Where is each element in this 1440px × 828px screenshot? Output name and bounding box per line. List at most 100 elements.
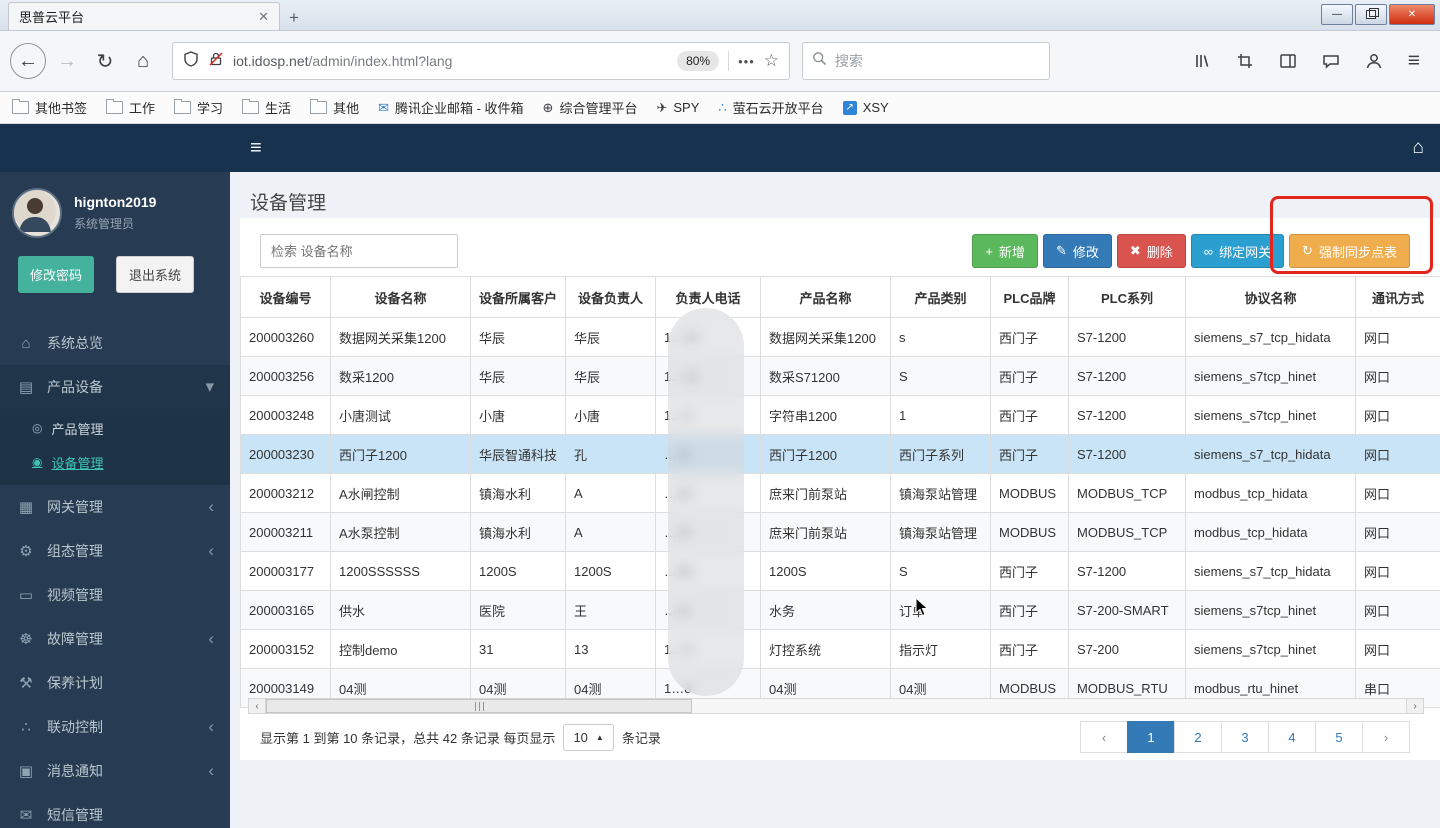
scrollbar-thumb[interactable] [266,699,692,713]
library-icon[interactable] [1193,52,1211,70]
bookmark-item[interactable]: 生活 [242,98,291,117]
table-row[interactable]: 2000031771200SSSSSS1200S1200S…881200SS西门… [241,552,1440,591]
restore-button[interactable] [1355,4,1387,25]
url-text[interactable]: iot.idosp.net/admin/index.html?lang [233,53,668,69]
app-home-icon[interactable]: ⌂ [1413,137,1424,159]
table-cell: 13 [566,630,656,669]
sidebar-item-故障管理[interactable]: ☸故障管理‹ [0,617,230,661]
bookmark-item[interactable]: 工作 [106,98,155,117]
table-cell: 西门子 [991,396,1069,435]
change-password-button[interactable]: 修改密码 [18,256,94,293]
sidebar-item-消息通知[interactable]: ▣消息通知‹ [0,749,230,793]
address-bar[interactable]: iot.idosp.net/admin/index.html?lang 80% … [172,42,790,80]
add-button[interactable]: +新增 [972,234,1038,268]
bookmark-item[interactable]: ⊕综合管理平台 [543,98,638,117]
sidebar-panel-icon[interactable] [1279,52,1297,70]
menu-icon[interactable]: ≡ [1408,49,1420,73]
shield-icon[interactable] [183,51,199,72]
bookmark-item[interactable]: ∴萤石云开放平台 [718,98,823,117]
table-cell: S7-200-SMART [1069,591,1186,630]
horizontal-scrollbar[interactable]: ‹ › [248,698,1424,714]
tab-close-icon[interactable]: ✕ [258,9,269,25]
table-cell: 西门子1200 [761,435,891,474]
chat-icon[interactable] [1322,52,1340,70]
logout-button[interactable]: 退出系统 [116,256,194,293]
table-row[interactable]: 200003230西门子1200华辰智通科技孔…31西门子1200西门子系列西门… [241,435,1440,474]
minimize-button[interactable]: — [1321,4,1353,25]
page-button-5[interactable]: 5 [1315,721,1363,753]
page-actions-icon[interactable]: ••• [738,54,755,69]
device-search-input[interactable] [260,234,458,268]
prev-page-button[interactable]: ‹ [1080,721,1128,753]
browser-search-bar[interactable]: 搜索 [802,42,1050,80]
column-header[interactable]: PLC品牌 [991,277,1069,318]
table-cell: A [566,474,656,513]
column-header[interactable]: 通讯方式 [1356,277,1440,318]
forward-button[interactable]: → [50,44,84,78]
page-button-1[interactable]: 1 [1127,721,1175,753]
column-header[interactable]: 设备编号 [241,277,331,318]
table-row[interactable]: 200003212A水闸控制镇海水利A…33庶来门前泵站镇海泵站管理MODBUS… [241,474,1440,513]
sidebar-item-系统总览[interactable]: ⌂系统总览 [0,321,230,365]
table-row[interactable]: 200003248小唐测试小唐小唐1…0字符串12001西门子S7-1200si… [241,396,1440,435]
sidebar-item-网关管理[interactable]: ▦网关管理‹ [0,485,230,529]
scroll-right-icon[interactable]: › [1406,698,1424,714]
sidebar-item-短信管理[interactable]: ✉短信管理 [0,793,230,828]
bookmark-label: XSY [863,100,889,115]
column-header[interactable]: 协议名称 [1186,277,1356,318]
home-button[interactable]: ⌂ [126,44,160,78]
close-button[interactable]: ✕ [1389,4,1435,25]
edit-button[interactable]: ✎修改 [1043,234,1112,268]
table-row[interactable]: 200003211A水泵控制镇海水利A…33庶来门前泵站镇海泵站管理MODBUS… [241,513,1440,552]
browser-tab[interactable]: 思普云平台 ✕ [8,2,280,30]
account-icon[interactable] [1365,52,1383,70]
column-header[interactable]: 设备所属客户 [471,277,566,318]
table-row[interactable]: 200003256数采1200华辰华辰1…04数采S71200S西门子S7-12… [241,357,1440,396]
scrollbar-track[interactable] [266,698,1406,714]
submenu-item-产品管理[interactable]: ◎产品管理 [0,411,230,445]
sidebar-item-组态管理[interactable]: ⚙组态管理‹ [0,529,230,573]
column-header[interactable]: 设备负责人 [566,277,656,318]
zoom-badge[interactable]: 80% [677,51,719,71]
sidebar-item-视频管理[interactable]: ▭视频管理 [0,573,230,617]
bookmark-star-icon[interactable]: ☆ [764,51,779,71]
table-row[interactable]: 200003152控制demo31131…8灯控系统指示灯西门子S7-200si… [241,630,1440,669]
table-cell: 1 [891,396,991,435]
page-size-select[interactable]: 10 ▲ [563,724,613,751]
sidebar-item-产品设备[interactable]: ▤产品设备▾ [0,365,230,409]
column-header[interactable]: 产品名称 [761,277,891,318]
sidebar-toggle-icon[interactable]: ≡ [250,137,262,160]
bookmark-item[interactable]: ✈SPY [656,100,699,115]
table-cell: 200003212 [241,474,331,513]
table-cell: 西门子 [991,630,1069,669]
bookmark-item[interactable]: ✉腾讯企业邮箱 - 收件箱 [378,98,523,117]
new-tab-button[interactable]: + [280,5,308,30]
page-button-4[interactable]: 4 [1268,721,1316,753]
page-button-3[interactable]: 3 [1221,721,1269,753]
product-device-icon: ▤ [16,378,36,396]
bookmark-item[interactable]: 其他 [310,98,359,117]
delete-button[interactable]: ✖删除 [1117,234,1186,268]
screenshot-crop-icon[interactable] [1236,52,1254,70]
next-page-button[interactable]: › [1362,721,1410,753]
bookmark-item[interactable]: 其他书签 [12,98,87,117]
bookmark-item[interactable]: 学习 [174,98,223,117]
insecure-lock-icon[interactable] [208,51,224,72]
column-header[interactable]: PLC系列 [1069,277,1186,318]
table-row[interactable]: 200003165供水医院王…41水务订单西门子S7-200-SMARTsiem… [241,591,1440,630]
scroll-left-icon[interactable]: ‹ [248,698,266,714]
column-header[interactable]: 设备名称 [331,277,471,318]
sidebar-item-联动控制[interactable]: ∴联动控制‹ [0,705,230,749]
table-row[interactable]: 200003260数据网关采集1200华辰华辰1…04数据网关采集1200s西门… [241,318,1440,357]
table-cell: 网口 [1356,357,1440,396]
chevron-left-icon: ‹ [208,761,214,781]
refresh-button[interactable]: ↻ [88,44,122,78]
back-button[interactable]: ← [10,43,46,79]
submenu-item-设备管理[interactable]: ◉设备管理 [0,445,230,479]
column-header[interactable]: 产品类别 [891,277,991,318]
page-button-2[interactable]: 2 [1174,721,1222,753]
arrow-square-icon: ↗ [843,101,857,115]
avatar[interactable] [12,188,62,238]
bookmark-item[interactable]: ↗ XSY [843,100,889,115]
sidebar-item-保养计划[interactable]: ⚒保养计划 [0,661,230,705]
